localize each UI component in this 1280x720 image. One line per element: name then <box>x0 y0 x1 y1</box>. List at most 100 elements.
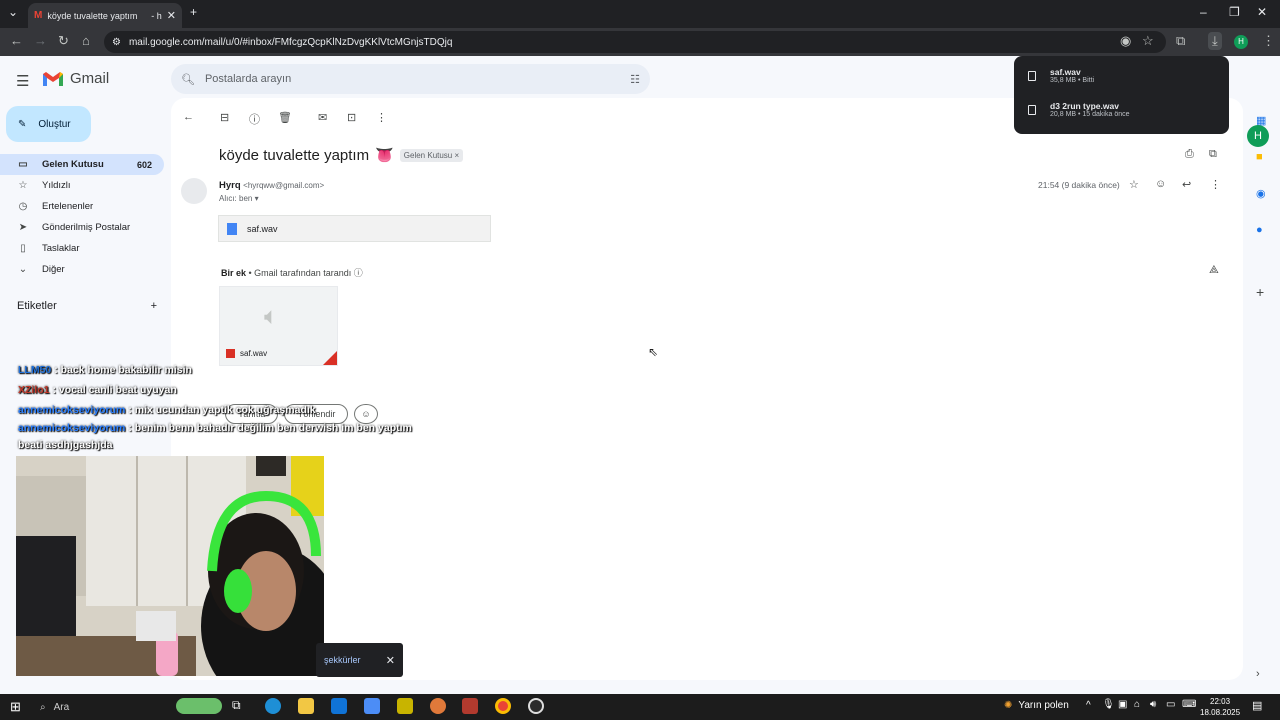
search-icon: ⌕ <box>40 701 46 713</box>
microphone-icon[interactable]: 🎙︎ <box>1102 699 1115 710</box>
attachment-thumbnail[interactable]: 🔈︎ saf.wav <box>219 286 338 366</box>
mouse-pointer: ⇖ <box>648 345 659 359</box>
url-field[interactable]: ⚙ mail.google.com/mail/u/0/#inbox/FMfcgz… <box>104 31 1166 53</box>
browser-menu-icon[interactable]: ⋮ <box>1262 33 1275 49</box>
info-icon[interactable]: ⓘ <box>354 268 363 278</box>
chevron-down-icon: ⌄ <box>18 264 28 275</box>
main-menu-icon[interactable]: ☰ <box>16 72 29 90</box>
nav-item-more[interactable]: ⌄ Diğer <box>0 259 164 280</box>
app-orange-icon[interactable] <box>430 698 446 714</box>
taskbar-search[interactable]: ⌕ Ara <box>34 696 184 718</box>
download-item[interactable]: d3 2run type.wav 20,8 MB • 15 dakika önc… <box>1028 101 1130 118</box>
bookmark-star-icon[interactable]: ☆ <box>1142 33 1154 49</box>
download-item[interactable]: saf.wav 35,8 MB • Bitti <box>1028 67 1094 84</box>
toast-close-icon[interactable]: ✕ <box>386 654 395 667</box>
close-window-icon[interactable]: ✕ <box>1257 5 1267 19</box>
volume-icon[interactable]: 🔊︎ <box>1150 699 1156 710</box>
labels-header: Etiketler + <box>17 300 157 312</box>
gmail-logo[interactable]: Gmail <box>42 70 109 87</box>
profile-avatar[interactable]: H <box>1234 35 1248 49</box>
tab-active[interactable]: M köyde tuvalette yaptım - h ✕ <box>28 3 182 28</box>
audio-file-icon <box>227 222 237 235</box>
nav-item-inbox[interactable]: ▭ Gelen Kutusu 602 <box>0 154 164 175</box>
print-icon[interactable]: ⎙ <box>1185 148 1194 161</box>
close-tab-icon[interactable]: ✕ <box>167 9 176 22</box>
taskbar-search-label: Ara <box>53 701 70 713</box>
maximize-icon[interactable]: ❐ <box>1229 5 1240 19</box>
nav-item-drafts[interactable]: ▯ Taslaklar <box>0 238 164 259</box>
task-view-icon[interactable]: ⧉ <box>232 698 248 714</box>
network-icon[interactable]: ⌂ <box>1134 699 1140 710</box>
site-info-icon[interactable]: ⚙ <box>112 37 121 48</box>
search-input[interactable]: Postalarda arayın <box>205 73 291 85</box>
add-to-drive-icon[interactable]: ⟁ <box>1209 264 1219 277</box>
back-to-inbox-icon[interactable]: ← <box>183 111 194 123</box>
chat-message: annemicokseviyorum : mix ucundan yaptik … <box>18 400 438 420</box>
report-spam-icon[interactable]: ⓘ <box>249 111 260 127</box>
app-grid-icon[interactable] <box>462 698 478 714</box>
email-subject: köyde tuvalette yaptım 👅 Gelen Kutusu × <box>219 146 464 164</box>
eye-icon[interactable]: ◉ <box>1120 33 1131 49</box>
start-icon[interactable]: ⊞ <box>10 699 21 715</box>
clock[interactable]: 22:03 18.08.2025 <box>1200 696 1240 718</box>
keep-icon[interactable]: ■ <box>1256 151 1263 163</box>
archive-icon[interactable]: ⊟ <box>220 111 229 124</box>
weather-widget[interactable]: ✺ Yarın polen <box>1004 700 1069 711</box>
collapse-panel-icon[interactable]: › <box>1256 668 1260 680</box>
tab-list-icon[interactable]: ⌄ <box>8 5 18 19</box>
search-options-icon[interactable]: ☷ <box>630 73 640 86</box>
tab-bar: ⌄ M köyde tuvalette yaptım - h ✕ + – ❐ ✕ <box>0 0 1280 28</box>
email-time: 21:54 (9 dakika önce) <box>1038 180 1120 190</box>
edge-icon[interactable] <box>265 698 281 714</box>
nav-item-starred[interactable]: ☆ Yıldızlı <box>0 175 164 196</box>
url-text: mail.google.com/mail/u/0/#inbox/FMfcgzQc… <box>128 36 453 48</box>
reload-icon[interactable]: ↻ <box>58 33 69 49</box>
forward-icon[interactable]: → <box>34 33 47 48</box>
file-explorer-icon[interactable] <box>298 698 314 714</box>
mark-unread-icon[interactable]: ✉ <box>318 111 327 124</box>
app-clock-icon[interactable] <box>528 698 544 714</box>
weather-text: Yarın polen <box>1018 700 1069 711</box>
tasks-icon[interactable]: ◉ <box>1256 187 1266 200</box>
new-tab-icon[interactable]: + <box>190 5 197 19</box>
contacts-icon[interactable]: ● <box>1256 224 1263 236</box>
notifications-icon[interactable]: ▤ <box>1252 699 1262 712</box>
nav-item-sent[interactable]: ➤ Gönderilmiş Postalar <box>0 217 164 238</box>
attachment-chip[interactable]: saf.wav <box>218 215 491 242</box>
toast-text: şekkürler <box>324 655 361 665</box>
delete-icon[interactable]: 🗑︎ <box>278 111 292 124</box>
account-avatar[interactable]: H <box>1247 125 1269 147</box>
downloads-icon[interactable]: ⤓ <box>1208 32 1222 50</box>
add-label-icon[interactable]: + <box>151 300 157 312</box>
nav-label: Diğer <box>42 264 65 275</box>
emoji-react-icon[interactable]: ☺ <box>1155 178 1166 190</box>
star-icon[interactable]: ☆ <box>1129 178 1139 191</box>
recipient-line[interactable]: Alıcı: ben ▾ <box>219 194 259 203</box>
search-bar[interactable]: 🔍︎ Postalarda arayın ☷ <box>171 64 650 94</box>
inbox-label-chip[interactable]: Gelen Kutusu × <box>399 148 464 162</box>
reply-icon[interactable]: ↩ <box>1182 178 1191 191</box>
open-new-window-icon[interactable]: ⧉ <box>1209 148 1217 161</box>
tray-chevron-icon[interactable]: ^ <box>1086 700 1091 711</box>
nav-label: Gelen Kutusu <box>42 159 104 170</box>
compose-button[interactable]: ✎ Oluştur <box>6 106 91 142</box>
store-icon[interactable] <box>364 698 380 714</box>
move-to-icon[interactable]: ⊡ <box>347 111 356 124</box>
nav-item-snoozed[interactable]: ◷ Ertelenenler <box>0 196 164 217</box>
chrome-icon[interactable] <box>495 698 511 714</box>
get-addons-icon[interactable]: + <box>1256 284 1264 300</box>
extensions-icon[interactable]: ⧉ <box>1176 33 1185 49</box>
more-actions-icon[interactable]: ⋮ <box>376 111 387 124</box>
tray-app-icon[interactable]: ▣ <box>1118 699 1127 710</box>
battery-icon[interactable]: ▭ <box>1166 699 1175 710</box>
webcam-feed <box>16 456 324 676</box>
back-icon[interactable]: ← <box>10 33 23 48</box>
home-icon[interactable]: ⌂ <box>82 33 90 48</box>
outlook-icon[interactable] <box>331 698 347 714</box>
app-fw-icon[interactable] <box>397 698 413 714</box>
search-icon[interactable]: 🔍︎ <box>181 73 195 86</box>
keyboard-icon[interactable]: ⌨ <box>1182 699 1196 710</box>
widget-icon[interactable] <box>176 698 222 714</box>
minimize-icon[interactable]: – <box>1200 5 1207 19</box>
more-options-icon[interactable]: ⋮ <box>1210 178 1221 191</box>
